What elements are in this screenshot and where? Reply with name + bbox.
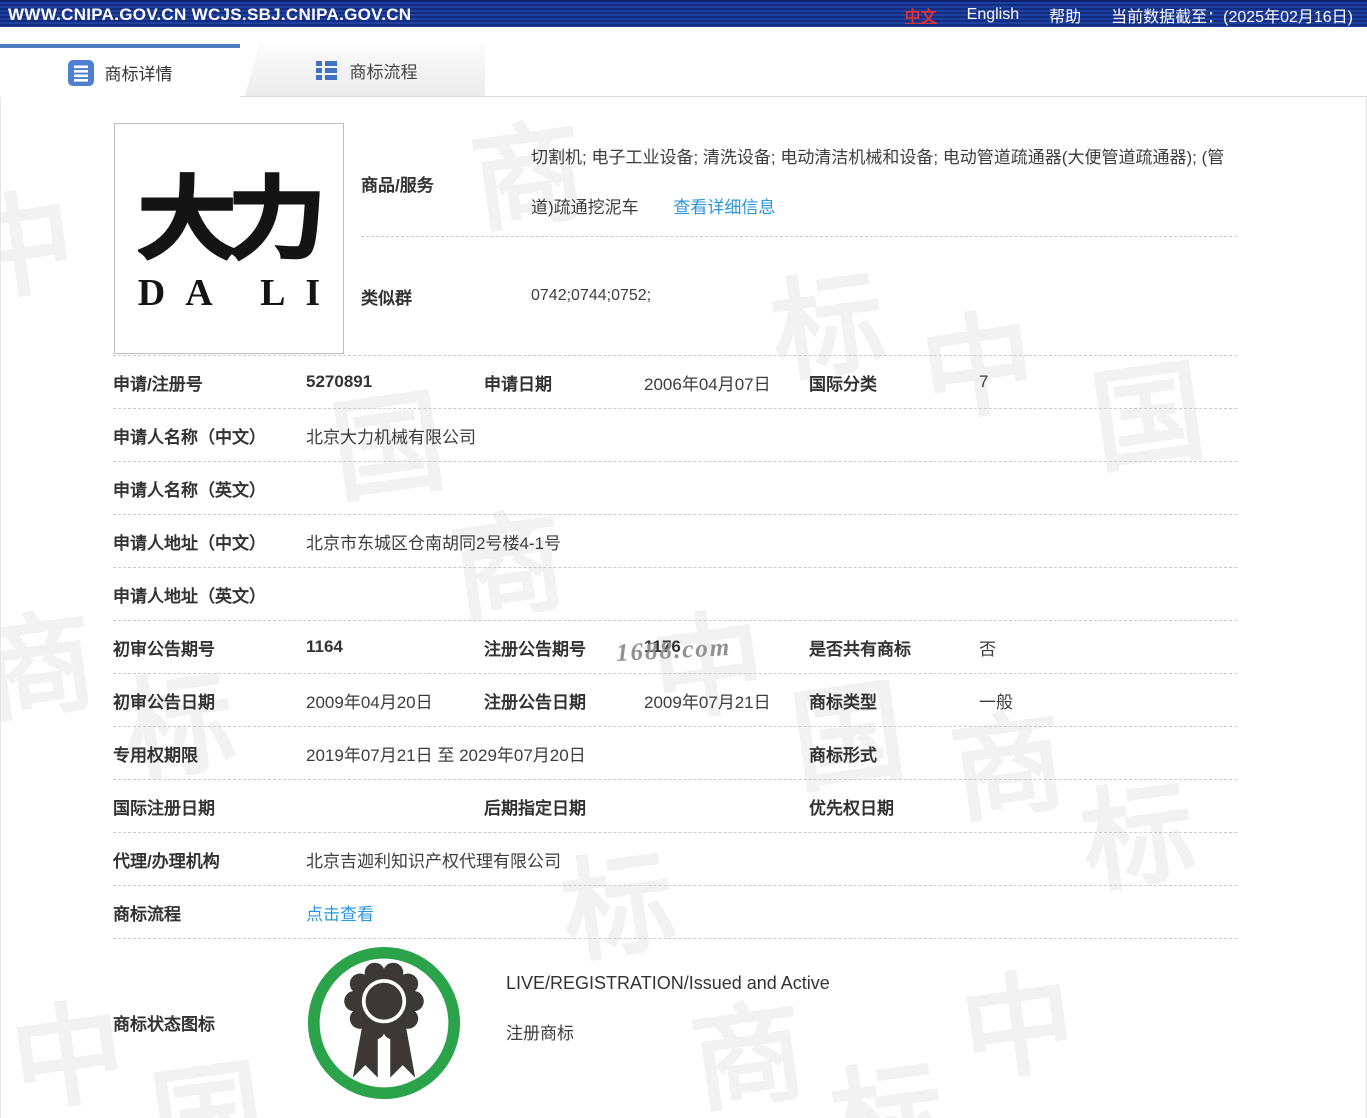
process-label: 商标流程 <box>113 904 181 924</box>
table-row: 代理/办理机构 北京吉迦利知识产权代理有限公司 <box>113 833 1237 886</box>
mark-type-label: 商标类型 <box>809 692 877 712</box>
tab-trademark-process[interactable]: 商标流程 <box>245 44 485 96</box>
top-site-bar: WWW.CNIPA.GOV.CN WCJS.SBJ.CNIPA.GOV.CN 中… <box>0 0 1367 27</box>
lang-english-link[interactable]: English <box>967 6 1019 24</box>
list-document-icon <box>67 59 94 86</box>
goods-services-text: 切割机; 电子工业设备; 清洗设备; 电动清洁机械和设备; 电动管道疏通器(大便… <box>531 148 1225 217</box>
first-gazette-date-label: 初审公告日期 <box>113 692 215 712</box>
application-number-value: 5270891 <box>306 372 373 391</box>
applicant-address-cn-label: 申请人地址（中文） <box>113 533 266 553</box>
table-row: 专用权期限 2019年07月21日 至 2029年07月20日 商标形式 <box>113 727 1237 780</box>
intl-reg-date-label: 国际注册日期 <box>113 798 215 818</box>
applicant-address-cn-value: 北京市东城区仓南胡同2号楼4-1号 <box>306 533 562 553</box>
first-gazette-no-label: 初审公告期号 <box>113 639 215 659</box>
priority-date-label: 优先权日期 <box>809 798 894 818</box>
site-title: WWW.CNIPA.GOV.CN WCJS.SBJ.CNIPA.GOV.CN <box>8 4 412 24</box>
international-class-value: 7 <box>979 372 989 391</box>
similar-group-label: 类似群 <box>361 288 412 308</box>
reg-gazette-date-value: 2009年07月21日 <box>644 692 771 712</box>
trademark-summary-section: 大力 DA LI 商品/服务 切割机; 电子工业设备; 清洗设备; 电动清洁机械… <box>113 123 1237 356</box>
status-icon-label: 商标状态图标 <box>113 1015 215 1034</box>
lang-chinese-link[interactable]: 中文 <box>905 3 937 27</box>
international-class-label: 国际分类 <box>809 374 877 394</box>
tab-trademark-details[interactable]: 商标详情 <box>0 44 240 97</box>
agency-value: 北京吉迦利知识产权代理有限公司 <box>306 851 561 871</box>
applicant-name-en-label: 申请人名称（英文） <box>113 480 266 500</box>
first-gazette-no-value: 1164 <box>306 637 343 656</box>
table-row: 申请人名称（英文） <box>113 462 1237 515</box>
shared-mark-value: 否 <box>979 639 996 659</box>
topbar-links: 中文 English 帮助 当前数据截至：(2025年02月16日) <box>905 3 1353 27</box>
table-row: 商标流程 点击查看 <box>113 886 1237 939</box>
trademark-image: 大力 DA LI <box>114 123 344 354</box>
view-details-link[interactable]: 查看详细信息 <box>673 198 775 217</box>
applicant-address-en-label: 申请人地址（英文） <box>113 586 266 606</box>
table-row: 初审公告期号 1164 注册公告期号 1176 是否共有商标 否 <box>113 621 1237 674</box>
green-ribbon-award-icon <box>306 945 462 1101</box>
similar-group-value: 0742;0744;0752; <box>531 287 652 304</box>
goods-services-value: 切割机; 电子工业设备; 清洗设备; 电动清洁机械和设备; 电动管道疏通器(大便… <box>531 133 1237 233</box>
exclusive-period-label: 专用权期限 <box>113 745 198 765</box>
first-gazette-date-value: 2009年04月20日 <box>306 692 433 712</box>
trademark-logo-latin: DA LI <box>137 271 341 314</box>
application-number-label: 申请/注册号 <box>113 374 203 394</box>
reg-gazette-no-value: 1176 <box>644 637 681 656</box>
shared-mark-label: 是否共有商标 <box>809 639 911 659</box>
similar-group-row: 类似群 0742;0744;0752; <box>361 237 1237 355</box>
goods-services-label: 商品/服务 <box>361 175 434 195</box>
data-cutoff-date: 当前数据截至：(2025年02月16日) <box>1111 8 1353 26</box>
reg-gazette-date-label: 注册公告日期 <box>484 692 586 712</box>
reg-gazette-no-label: 注册公告期号 <box>484 639 586 659</box>
table-row: 申请/注册号 5270891 申请日期 2006年04月07日 国际分类 7 <box>113 356 1237 409</box>
trademark-logo-chinese: 大力 <box>137 169 327 269</box>
tab-bar: 商标详情 商标流程 <box>0 44 1367 97</box>
list-view-icon <box>315 61 337 80</box>
application-date-label: 申请日期 <box>484 374 552 394</box>
status-line-english: LIVE/REGISTRATION/Issued and Active <box>506 973 830 993</box>
status-line-chinese: 注册商标 <box>506 1024 574 1043</box>
tab-label: 商标详情 <box>104 65 173 84</box>
table-row: 申请人名称（中文） 北京大力机械有限公司 <box>113 409 1237 462</box>
agency-label: 代理/办理机构 <box>113 851 220 871</box>
exclusive-period-value: 2019年07月21日 至 2029年07月20日 <box>306 745 586 765</box>
applicant-name-cn-value: 北京大力机械有限公司 <box>306 427 476 447</box>
later-designation-date-label: 后期指定日期 <box>484 798 586 818</box>
table-row: 申请人地址（中文） 北京市东城区仓南胡同2号楼4-1号 <box>113 515 1237 568</box>
applicant-name-cn-label: 申请人名称（中文） <box>113 427 266 447</box>
help-link[interactable]: 帮助 <box>1049 3 1081 27</box>
application-date-value: 2006年04月07日 <box>644 374 771 394</box>
trademark-status-row: 商标状态图标 LIVE/REGISTRATION/Issued and Acti… <box>113 939 1237 1106</box>
table-row: 国际注册日期 后期指定日期 优先权日期 <box>113 780 1237 833</box>
table-row: 初审公告日期 2009年04月20日 注册公告日期 2009年07月21日 商标… <box>113 674 1237 727</box>
trademark-detail-panel: 中国商标中国商标中国商标中国商标中国商标 1688.com 大力 DA LI 商… <box>0 97 1367 1118</box>
table-row: 申请人地址（英文） <box>113 568 1237 621</box>
mark-form-label: 商标形式 <box>809 745 877 765</box>
click-to-view-link[interactable]: 点击查看 <box>306 905 374 924</box>
tab-label: 商标流程 <box>349 62 418 82</box>
mark-type-value: 一般 <box>979 692 1013 712</box>
goods-services-row: 商品/服务 切割机; 电子工业设备; 清洗设备; 电动清洁机械和设备; 电动管道… <box>361 123 1237 237</box>
